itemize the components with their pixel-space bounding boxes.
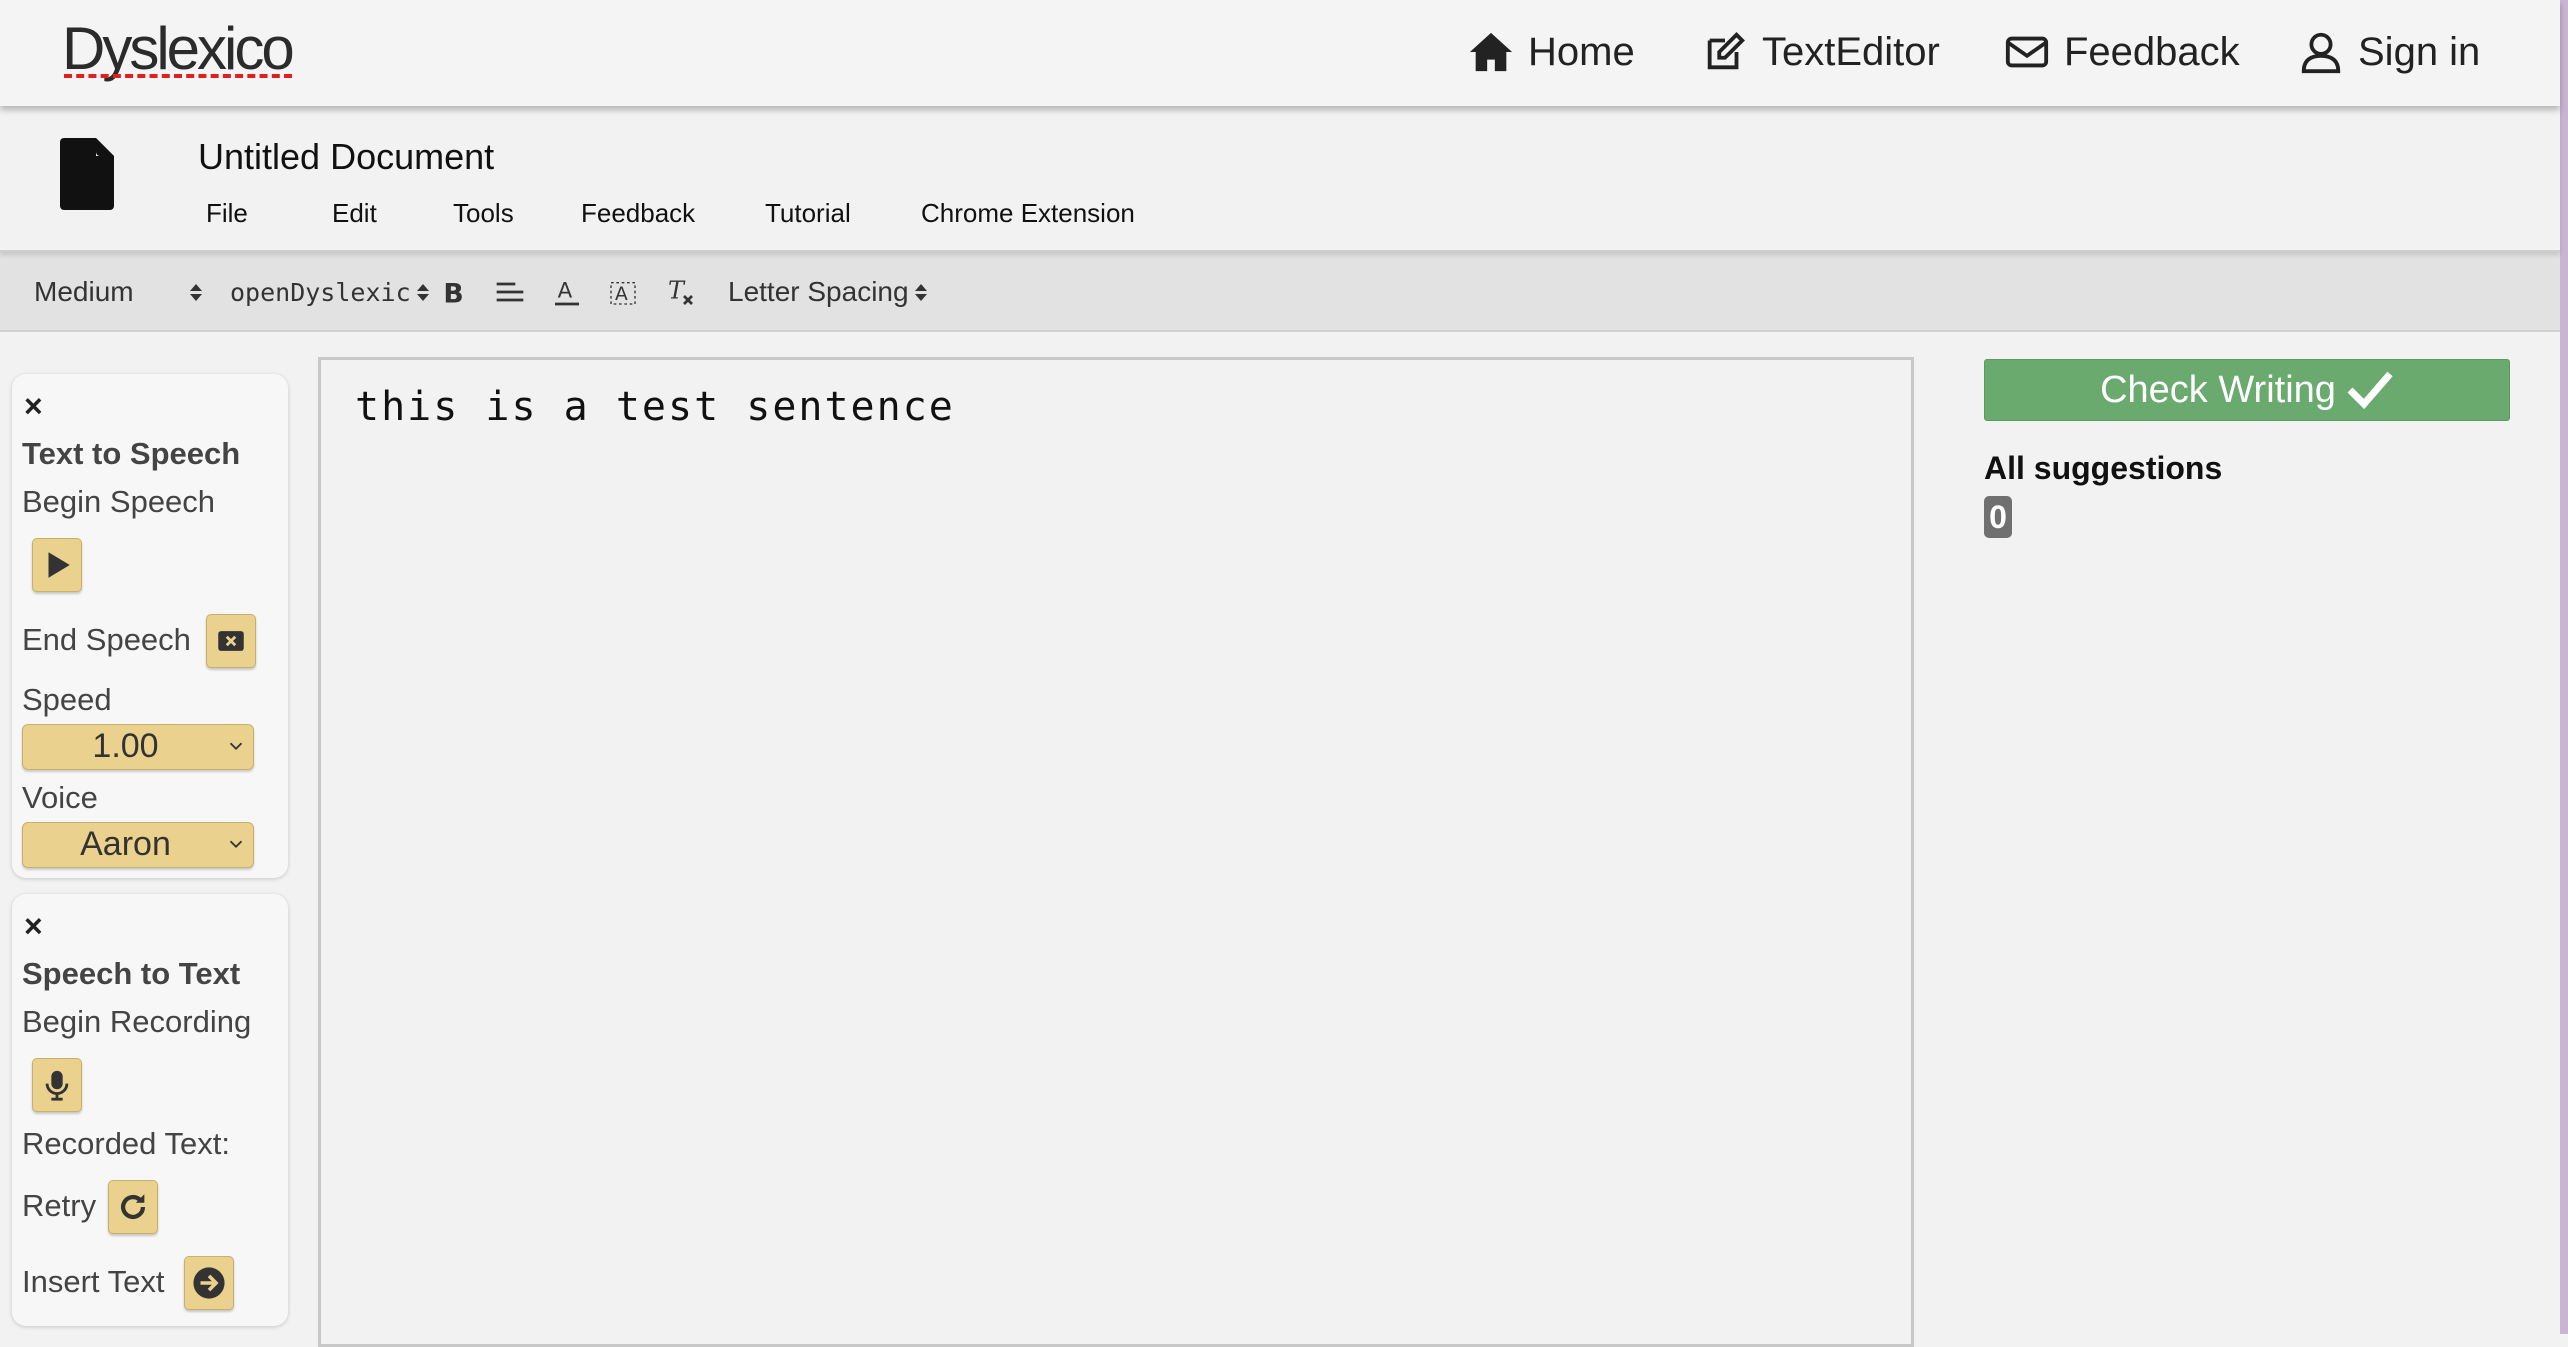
text-editor-area[interactable]: this is a test sentence: [318, 357, 1914, 1347]
nav-signin-label: Sign in: [2358, 29, 2481, 74]
svg-text:A: A: [558, 278, 573, 303]
nav-feedback[interactable]: Feedback: [2004, 26, 2240, 78]
begin-speech-label: Begin Speech: [22, 484, 216, 519]
speed-select[interactable]: 1.00: [22, 724, 254, 770]
font-family-value: openDyslexic: [230, 277, 411, 307]
insert-text-label: Insert Text: [22, 1264, 165, 1299]
clear-format-icon: T: [668, 277, 693, 305]
play-icon: [48, 552, 70, 578]
svg-text:T: T: [668, 277, 686, 305]
nav-texteditor-label: TextEditor: [1762, 29, 1940, 74]
menu-file[interactable]: File: [206, 198, 248, 229]
close-tts-button[interactable]: ×: [24, 388, 43, 425]
nav-feedback-label: Feedback: [2064, 29, 2240, 74]
nav-home[interactable]: Home: [1468, 26, 1635, 78]
top-navbar: Dyslexico Home TextEditor Feedback Sign …: [0, 0, 2560, 106]
close-stt-button[interactable]: ×: [24, 908, 43, 945]
play-speech-button[interactable]: [32, 538, 82, 592]
clear-format-button[interactable]: T: [664, 272, 696, 312]
tts-heading: Text to Speech: [22, 436, 241, 471]
chevron-down-icon: [229, 742, 243, 751]
text-to-speech-panel: × Text to Speech Begin Speech End Speech…: [12, 374, 288, 878]
select-arrows-icon: [914, 283, 927, 301]
chevron-down-icon: [229, 840, 243, 849]
retry-button[interactable]: [108, 1180, 158, 1234]
voice-value: Aaron: [80, 825, 171, 863]
envelope-icon: [2005, 36, 2049, 68]
voice-select[interactable]: Aaron: [22, 822, 254, 868]
align-left-icon: [496, 282, 524, 302]
end-speech-button[interactable]: [206, 614, 256, 668]
select-arrows-icon: [190, 283, 202, 301]
document-title[interactable]: Untitled Document: [198, 136, 494, 178]
letter-spacing-select[interactable]: Letter Spacing: [728, 272, 927, 312]
nav-home-label: Home: [1528, 29, 1635, 74]
font-color-icon: A: [555, 278, 579, 306]
speed-label: Speed: [22, 682, 112, 717]
voice-label: Voice: [22, 780, 98, 815]
recorded-text-label: Recorded Text:: [22, 1126, 230, 1161]
menu-feedback[interactable]: Feedback: [581, 198, 695, 229]
menu-edit[interactable]: Edit: [332, 198, 377, 229]
begin-recording-label: Begin Recording: [22, 1004, 252, 1039]
microphone-icon: [45, 1070, 69, 1101]
stop-icon: [218, 631, 244, 651]
user-icon: [2301, 32, 2341, 74]
check-writing-button[interactable]: Check Writing: [1984, 359, 2510, 421]
font-family-select[interactable]: openDyslexic: [230, 272, 429, 312]
menu-tutorial[interactable]: Tutorial: [765, 198, 851, 229]
document-header: Untitled Document File Edit Tools Feedba…: [0, 106, 2560, 252]
retry-label: Retry: [22, 1188, 97, 1223]
align-button[interactable]: [494, 272, 526, 312]
logo-spellcheck-underline: [64, 74, 292, 78]
menu-tools[interactable]: Tools: [453, 198, 514, 229]
window-edge: [2560, 0, 2568, 1334]
speed-value: 1.00: [92, 727, 159, 765]
font-size-value: Medium: [34, 276, 134, 307]
all-suggestions-title: All suggestions: [1984, 450, 2223, 486]
svg-text:B: B: [443, 279, 463, 308]
home-icon: [1469, 32, 1513, 72]
highlight-button[interactable]: A: [607, 272, 639, 312]
insert-text-button[interactable]: [184, 1256, 234, 1310]
nav-signin[interactable]: Sign in: [2298, 26, 2480, 78]
font-size-select[interactable]: Medium: [34, 272, 202, 312]
font-color-button[interactable]: A: [551, 272, 583, 312]
document-icon: [60, 138, 114, 210]
arrow-right-circle-icon: [193, 1267, 225, 1299]
format-toolbar: Medium openDyslexic B A A T Letter Spaci…: [0, 252, 2560, 332]
menu-chrome-extension[interactable]: Chrome Extension: [921, 198, 1135, 229]
suggestions-count-badge: 0: [1984, 496, 2012, 538]
bold-icon: B: [443, 279, 463, 308]
editor-content[interactable]: this is a test sentence: [355, 384, 955, 430]
edit-icon: [1707, 32, 1745, 70]
speech-to-text-panel: × Speech to Text Begin Recording Recorde…: [12, 894, 288, 1326]
refresh-icon: [120, 1194, 146, 1220]
end-speech-label: End Speech: [22, 622, 191, 657]
letter-spacing-label: Letter Spacing: [728, 276, 909, 307]
highlight-icon: A: [610, 282, 636, 305]
stt-heading: Speech to Text: [22, 956, 241, 991]
svg-text:A: A: [615, 284, 628, 305]
nav-texteditor[interactable]: TextEditor: [1702, 26, 1940, 78]
check-writing-label: Check Writing: [2100, 368, 2336, 411]
bold-button[interactable]: B: [438, 272, 470, 312]
checkmark-icon: [2347, 371, 2393, 410]
select-arrows-icon: [416, 283, 429, 301]
record-button[interactable]: [32, 1058, 82, 1112]
